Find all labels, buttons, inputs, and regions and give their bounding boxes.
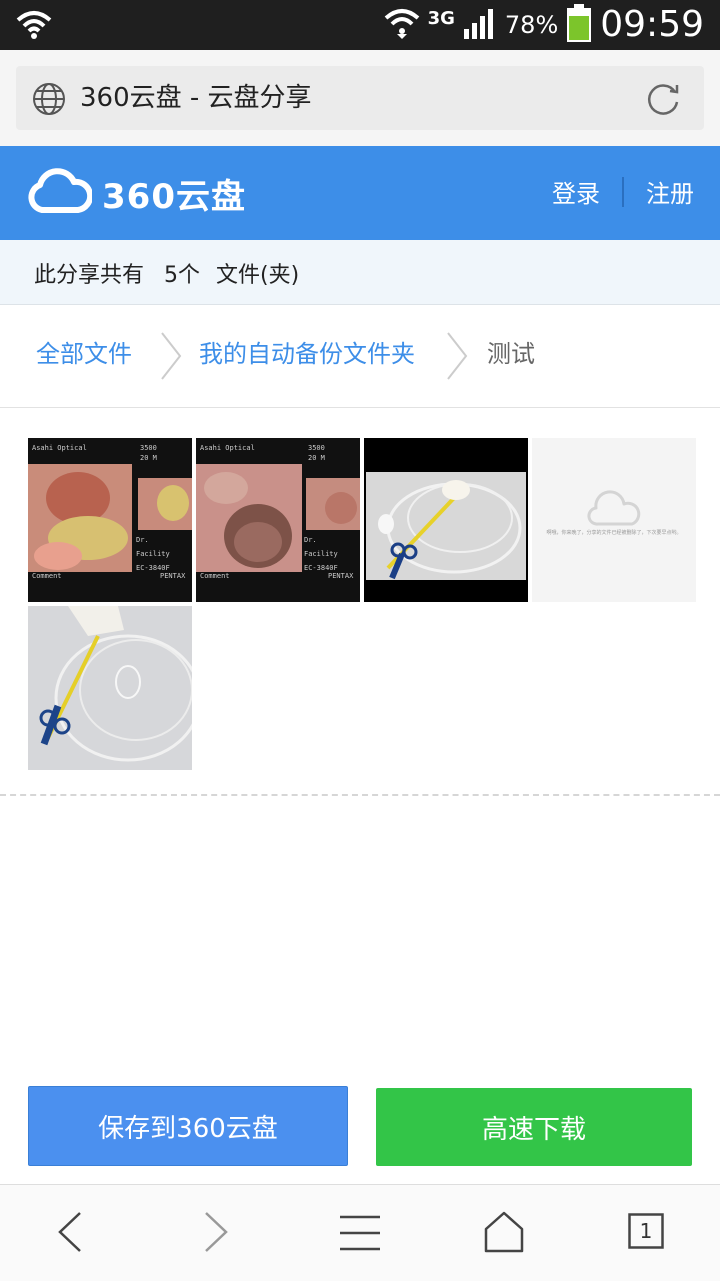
breadcrumb-auto-backup[interactable]: 我的自动备份文件夹 [199, 339, 415, 369]
network-type: 3G [427, 7, 455, 29]
chevron-right-icon [160, 331, 184, 385]
svg-text:PENTAX: PENTAX [160, 572, 186, 580]
svg-text:Dr.: Dr. [304, 536, 317, 544]
file-thumbnail[interactable] [28, 606, 192, 770]
svg-text:Dr.: Dr. [136, 536, 149, 544]
svg-text:Facility: Facility [304, 550, 338, 558]
tabs-button[interactable]: 1 [628, 1213, 664, 1249]
cloud-logo-icon [26, 168, 94, 218]
forward-icon[interactable] [200, 1209, 232, 1259]
chevron-right-icon [446, 331, 470, 385]
browser-nav-bar: 1 [0, 1184, 720, 1281]
menu-icon[interactable] [338, 1215, 382, 1255]
content-divider [0, 794, 720, 796]
summary-prefix: 此分享共有 [34, 263, 145, 288]
site-header: 360云盘 登录 注册 [0, 146, 720, 240]
home-icon[interactable] [482, 1211, 526, 1257]
battery-icon [566, 4, 592, 46]
page-title: 360云盘 - 云盘分享 [80, 83, 312, 113]
summary-suffix: 文件(夹) [216, 263, 300, 288]
wifi-icon [16, 10, 52, 44]
svg-text:3500: 3500 [140, 444, 157, 452]
logo[interactable]: 360云盘 [26, 168, 246, 218]
cell-signal-icon [463, 7, 497, 43]
file-thumbnail-placeholder[interactable]: 啊哦，你来晚了，分享的文件已经被删除了，下次要早点哟。 [532, 438, 696, 602]
svg-text:3500: 3500 [308, 444, 325, 452]
svg-text:Comment: Comment [32, 572, 62, 580]
header-divider [622, 176, 624, 207]
login-link[interactable]: 登录 [552, 174, 600, 209]
url-field[interactable]: 360云盘 - 云盘分享 [16, 66, 704, 130]
logo-text: 360云盘 [102, 176, 246, 217]
svg-text:Asahi Optical: Asahi Optical [200, 444, 255, 452]
wifi-signal-icon [384, 6, 420, 44]
globe-icon [32, 82, 66, 120]
status-bar: 3G 78% 09:59 [0, 0, 720, 50]
svg-text:PENTAX: PENTAX [328, 572, 354, 580]
svg-text:EC-3840F: EC-3840F [136, 564, 170, 572]
breadcrumb: 全部文件 我的自动备份文件夹 测试 [0, 305, 720, 408]
save-to-cloud-button[interactable]: 保存到360云盘 [28, 1086, 348, 1166]
back-icon[interactable] [54, 1209, 86, 1259]
share-summary: 此分享共有 5个 文件(夹) [0, 240, 720, 305]
register-link[interactable]: 注册 [646, 174, 694, 209]
tab-count: 1 [639, 1219, 653, 1243]
breadcrumb-all-files[interactable]: 全部文件 [36, 339, 132, 369]
fast-download-button[interactable]: 高速下载 [376, 1088, 692, 1166]
browser-address-bar: 360云盘 - 云盘分享 [0, 50, 720, 146]
file-thumbnail[interactable]: Asahi Optical 3500 20 M Dr. Facility EC-… [196, 438, 360, 602]
file-count: 5个 [164, 263, 200, 288]
placeholder-message: 啊哦，你来晚了，分享的文件已经被删除了，下次要早点哟。 [546, 530, 682, 536]
svg-text:20 M: 20 M [140, 454, 157, 462]
clock: 09:59 [600, 4, 704, 45]
svg-text:Comment: Comment [200, 572, 230, 580]
file-thumbnail[interactable]: Asahi Optical 3500 20 M Dr. Facility EC-… [28, 438, 192, 602]
battery-percent: 78% [504, 11, 559, 39]
svg-text:Asahi Optical: Asahi Optical [32, 444, 87, 452]
reload-icon[interactable] [644, 80, 682, 122]
breadcrumb-current: 测试 [487, 340, 535, 368]
file-thumbnail[interactable] [364, 438, 528, 602]
svg-text:Facility: Facility [136, 550, 170, 558]
svg-text:20 M: 20 M [308, 454, 325, 462]
svg-text:EC-3840F: EC-3840F [304, 564, 338, 572]
